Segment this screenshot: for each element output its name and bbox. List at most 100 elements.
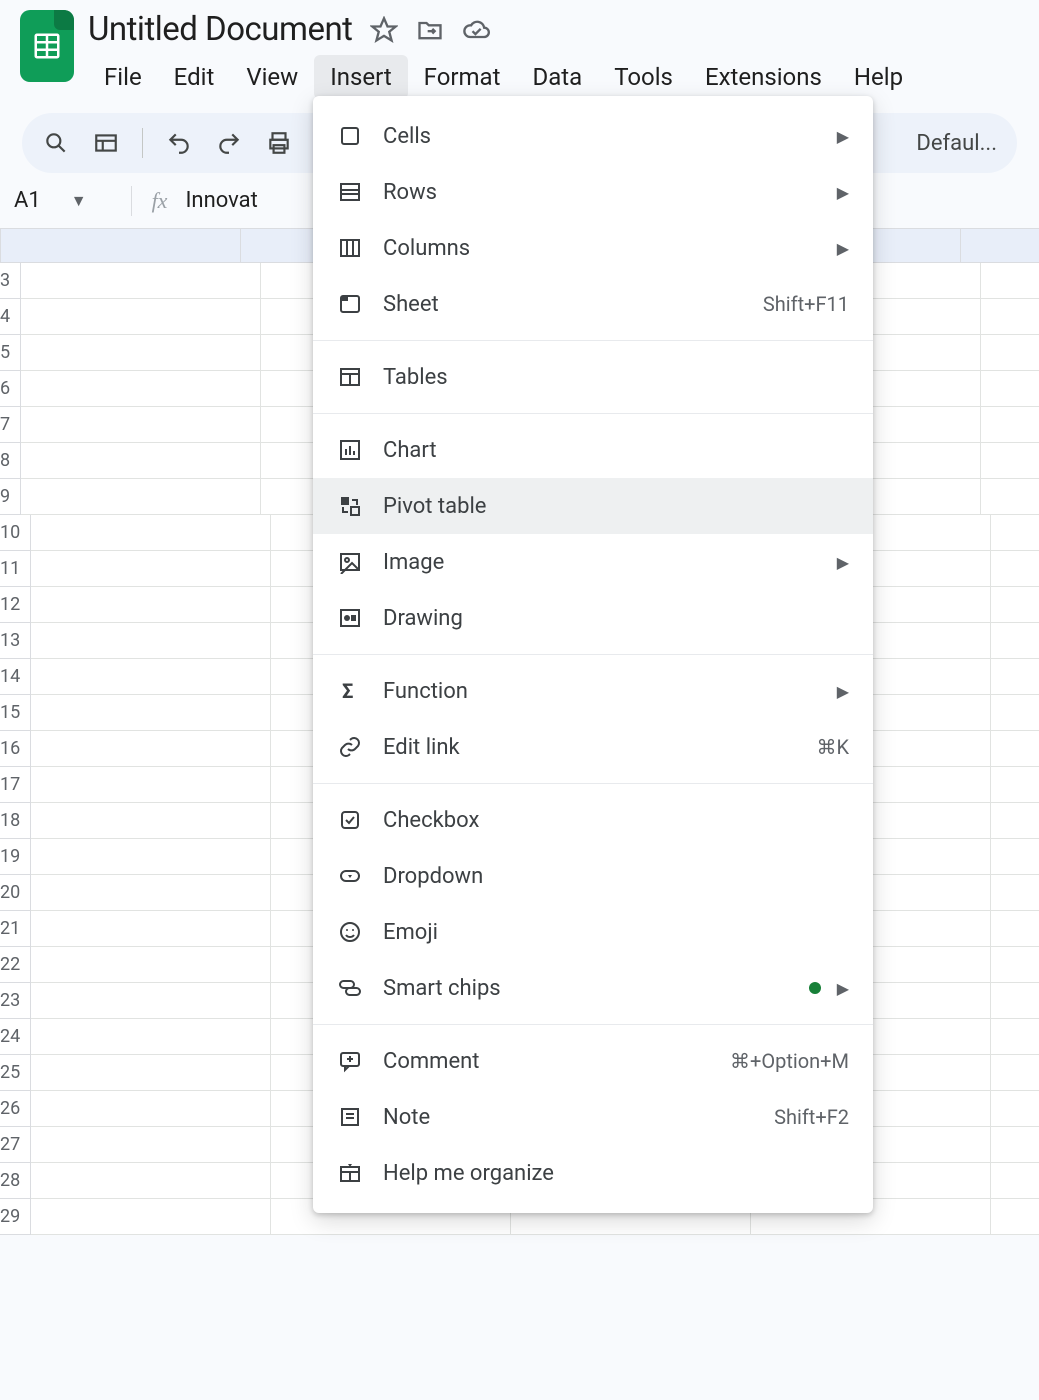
row-header[interactable]: 9 (0, 479, 21, 515)
insert-organize[interactable]: Help me organize (313, 1145, 873, 1201)
row-header[interactable]: 25 (0, 1055, 31, 1091)
cell[interactable] (981, 371, 1039, 407)
cell[interactable] (991, 695, 1039, 731)
row-header[interactable]: 27 (0, 1127, 31, 1163)
print-icon[interactable] (265, 129, 293, 157)
row-header[interactable]: 3 (0, 263, 21, 299)
cell[interactable] (21, 263, 261, 299)
cell[interactable] (991, 983, 1039, 1019)
cell[interactable] (31, 767, 271, 803)
cell[interactable] (991, 947, 1039, 983)
cell[interactable] (981, 479, 1039, 515)
row-header[interactable]: 8 (0, 443, 21, 479)
cell[interactable] (991, 1019, 1039, 1055)
cell[interactable] (991, 587, 1039, 623)
cell[interactable] (991, 1199, 1039, 1235)
name-box[interactable]: A1 ▼ (14, 188, 111, 213)
menu-edit[interactable]: Edit (158, 55, 231, 99)
table-view-icon[interactable] (92, 129, 120, 157)
row-header[interactable]: 28 (0, 1163, 31, 1199)
row-header[interactable]: 18 (0, 803, 31, 839)
insert-link[interactable]: Edit link⌘K (313, 719, 873, 775)
row-header[interactable]: 20 (0, 875, 31, 911)
cell[interactable] (31, 1127, 271, 1163)
cell[interactable] (31, 839, 271, 875)
row-header[interactable]: 21 (0, 911, 31, 947)
cell[interactable] (31, 875, 271, 911)
cell[interactable] (21, 479, 261, 515)
cell[interactable] (31, 1055, 271, 1091)
insert-checkbox[interactable]: Checkbox (313, 792, 873, 848)
cell[interactable] (31, 623, 271, 659)
menu-view[interactable]: View (230, 55, 314, 99)
cell[interactable] (31, 587, 271, 623)
search-icon[interactable] (42, 129, 70, 157)
cell[interactable] (991, 767, 1039, 803)
row-header[interactable]: 24 (0, 1019, 31, 1055)
insert-image[interactable]: Image▶ (313, 534, 873, 590)
cell[interactable] (991, 1055, 1039, 1091)
document-title[interactable]: Untitled Document (88, 10, 352, 49)
cell[interactable] (31, 695, 271, 731)
cell[interactable] (991, 551, 1039, 587)
menu-data[interactable]: Data (516, 55, 598, 99)
cell[interactable] (991, 659, 1039, 695)
row-header[interactable]: 23 (0, 983, 31, 1019)
insert-drawing[interactable]: Drawing (313, 590, 873, 646)
row-header[interactable]: 7 (0, 407, 21, 443)
cell[interactable] (981, 263, 1039, 299)
row-header[interactable]: 10 (0, 515, 31, 551)
insert-sheet[interactable]: SheetShift+F11 (313, 276, 873, 332)
cell[interactable] (991, 1091, 1039, 1127)
cell[interactable] (31, 731, 271, 767)
insert-pivot[interactable]: Pivot table (313, 478, 873, 534)
cell[interactable] (991, 839, 1039, 875)
row-header[interactable]: 12 (0, 587, 31, 623)
insert-dropdown[interactable]: Dropdown (313, 848, 873, 904)
cell[interactable] (31, 983, 271, 1019)
row-header[interactable]: 4 (0, 299, 21, 335)
cell[interactable] (31, 551, 271, 587)
insert-columns[interactable]: Columns▶ (313, 220, 873, 276)
row-header[interactable]: 13 (0, 623, 31, 659)
insert-emoji[interactable]: Emoji (313, 904, 873, 960)
cloud-saved-icon[interactable] (462, 16, 490, 44)
insert-comment[interactable]: Comment⌘+Option+M (313, 1033, 873, 1089)
column-header[interactable] (961, 229, 1039, 262)
cell[interactable] (981, 407, 1039, 443)
font-family-truncated[interactable]: Defaul... (916, 131, 997, 156)
cell[interactable] (21, 407, 261, 443)
cell[interactable] (981, 443, 1039, 479)
menu-tools[interactable]: Tools (598, 55, 689, 99)
menu-format[interactable]: Format (408, 55, 517, 99)
cell[interactable] (31, 1019, 271, 1055)
insert-chart[interactable]: Chart (313, 422, 873, 478)
menu-extensions[interactable]: Extensions (689, 55, 838, 99)
cell[interactable] (991, 1127, 1039, 1163)
insert-note[interactable]: NoteShift+F2 (313, 1089, 873, 1145)
undo-icon[interactable] (165, 129, 193, 157)
row-header[interactable]: 5 (0, 335, 21, 371)
row-header[interactable]: 14 (0, 659, 31, 695)
insert-tables[interactable]: Tables (313, 349, 873, 405)
row-header[interactable]: 29 (0, 1199, 31, 1235)
row-header[interactable]: 17 (0, 767, 31, 803)
cell[interactable] (991, 515, 1039, 551)
row-header[interactable]: 19 (0, 839, 31, 875)
row-header[interactable]: 15 (0, 695, 31, 731)
cell[interactable] (31, 911, 271, 947)
row-header[interactable]: 22 (0, 947, 31, 983)
cell[interactable] (991, 623, 1039, 659)
insert-rows[interactable]: Rows▶ (313, 164, 873, 220)
row-header[interactable]: 6 (0, 371, 21, 407)
insert-chips[interactable]: Smart chips▶ (313, 960, 873, 1016)
cell[interactable] (981, 335, 1039, 371)
menu-file[interactable]: File (88, 55, 158, 99)
cell[interactable] (21, 443, 261, 479)
cell[interactable] (31, 947, 271, 983)
move-folder-icon[interactable] (416, 16, 444, 44)
menu-help[interactable]: Help (838, 55, 919, 99)
cell[interactable] (21, 335, 261, 371)
cell[interactable] (991, 1163, 1039, 1199)
row-header[interactable]: 26 (0, 1091, 31, 1127)
